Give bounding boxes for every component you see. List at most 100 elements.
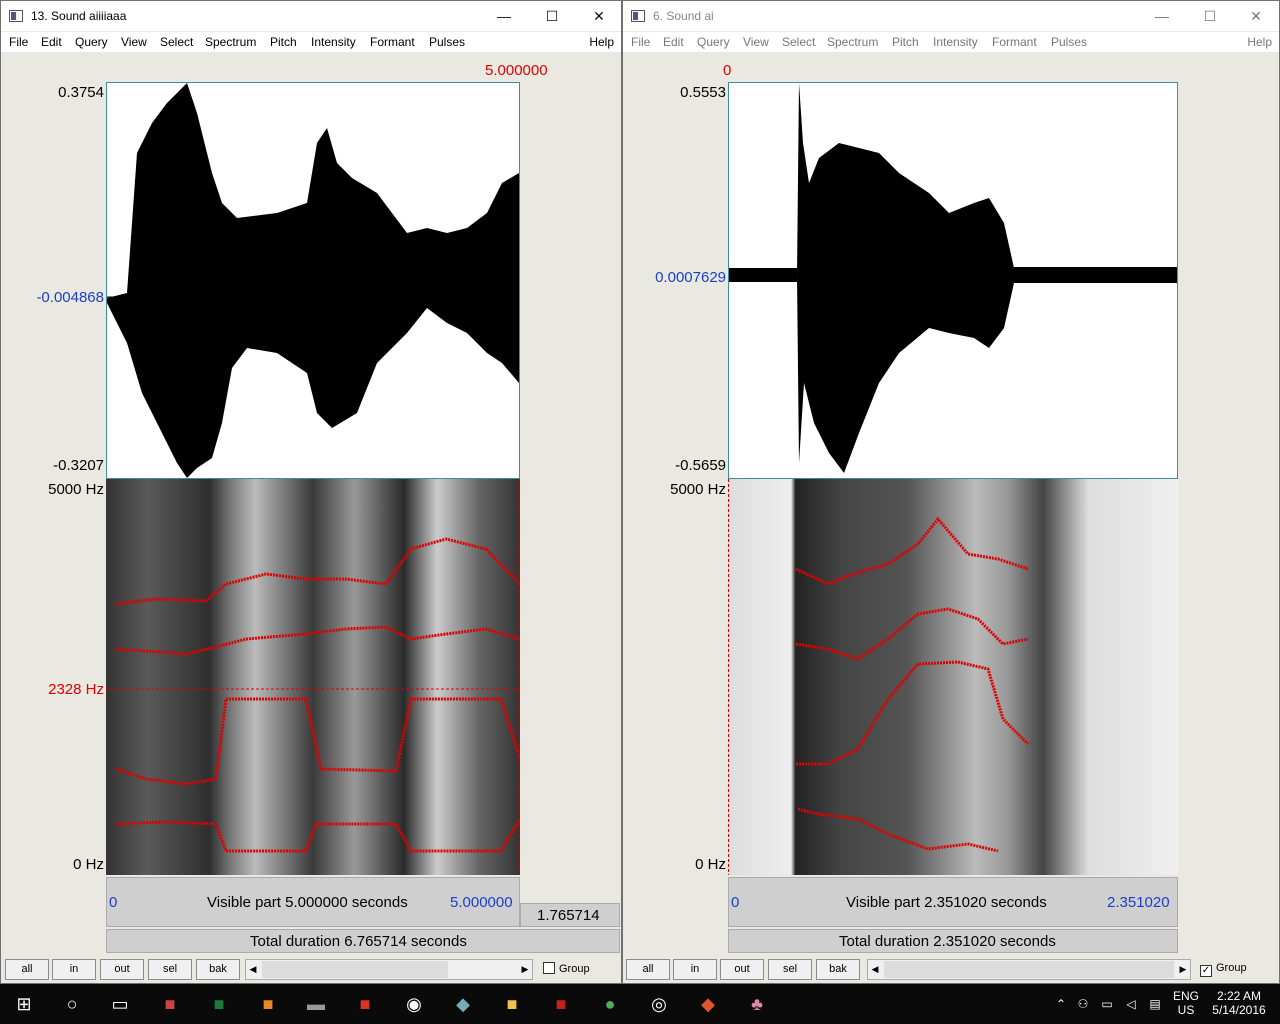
- waveform-panel[interactable]: [728, 82, 1178, 479]
- sel-button[interactable]: sel: [148, 959, 192, 980]
- horizontal-scrollbar[interactable]: ◀ ▶: [245, 959, 533, 980]
- filezilla-icon[interactable]: ■: [345, 988, 385, 1020]
- praat-window-icon: [9, 10, 23, 22]
- maximize-button[interactable]: ☐: [529, 1, 575, 31]
- menu-view[interactable]: View: [121, 35, 147, 49]
- menu-edit[interactable]: Edit: [663, 35, 684, 49]
- language-indicator[interactable]: ENG US: [1168, 984, 1204, 1024]
- volume-icon[interactable]: ◁: [1122, 984, 1140, 1024]
- terminal-icon[interactable]: ▬: [296, 988, 336, 1020]
- task-view-icon[interactable]: ▭: [100, 988, 140, 1020]
- menu-intensity[interactable]: Intensity: [933, 35, 978, 49]
- visible-start: 0: [109, 894, 118, 911]
- praat-window-sound-ai: 6. Sound ai — ☐ ✕ File Edit Query View S…: [622, 0, 1280, 984]
- start-icon[interactable]: ⊞: [4, 988, 44, 1020]
- excel-icon[interactable]: ■: [199, 988, 239, 1020]
- winrar-icon[interactable]: ■: [150, 988, 190, 1020]
- menu-intensity[interactable]: Intensity: [311, 35, 356, 49]
- tray-chevron-icon[interactable]: ⌃: [1052, 984, 1070, 1024]
- title-bar[interactable]: 13. Sound aiiiiaaa — ☐ ✕: [1, 1, 621, 31]
- scroll-right-icon[interactable]: ▶: [518, 960, 532, 979]
- cortana-icon[interactable]: ○: [52, 988, 92, 1020]
- menu-edit[interactable]: Edit: [41, 35, 62, 49]
- file-explorer-icon[interactable]: ■: [492, 988, 532, 1020]
- menu-view[interactable]: View: [743, 35, 769, 49]
- notifications-icon[interactable]: ▤: [1146, 984, 1164, 1024]
- group-checkbox[interactable]: ✓ Group: [1200, 962, 1247, 977]
- menu-pitch[interactable]: Pitch: [270, 35, 297, 49]
- visible-part-bar[interactable]: 0 Visible part 2.351020 seconds 2.351020: [728, 877, 1178, 927]
- steam-icon[interactable]: ◉: [394, 988, 434, 1020]
- waveform-panel[interactable]: [106, 82, 520, 479]
- wave-max-label: 0.3754: [58, 84, 104, 101]
- spectrogram-panel[interactable]: [106, 479, 520, 875]
- menu-file[interactable]: File: [631, 35, 650, 49]
- menu-help[interactable]: Help: [1247, 35, 1272, 49]
- all-button[interactable]: all: [626, 959, 670, 980]
- menu-query[interactable]: Query: [75, 35, 108, 49]
- virtualbox-icon[interactable]: ◆: [443, 988, 483, 1020]
- title-bar[interactable]: 6. Sound ai — ☐ ✕: [623, 1, 1279, 31]
- total-duration-label: Total duration 2.351020 seconds: [839, 933, 1056, 950]
- close-button[interactable]: ✕: [1233, 1, 1279, 31]
- menu-select[interactable]: Select: [160, 35, 193, 49]
- scroll-thumb[interactable]: [262, 961, 448, 978]
- bak-button[interactable]: bak: [816, 959, 860, 980]
- sublime-icon[interactable]: ■: [248, 988, 288, 1020]
- checkbox-checked-icon[interactable]: ✓: [1200, 965, 1212, 977]
- horizontal-scrollbar[interactable]: ◀ ▶: [867, 959, 1191, 980]
- praat-window-sound-aiiiiaaa: 13. Sound aiiiiaaa — ☐ ✕ File Edit Query…: [0, 0, 622, 984]
- menu-bar: File Edit Query View Select Spectrum Pit…: [1, 32, 621, 52]
- menu-pitch[interactable]: Pitch: [892, 35, 919, 49]
- in-button[interactable]: in: [52, 959, 96, 980]
- menu-select[interactable]: Select: [782, 35, 815, 49]
- menu-spectrum[interactable]: Spectrum: [205, 35, 256, 49]
- visible-part-bar[interactable]: 0 Visible part 5.000000 seconds 5.000000: [106, 877, 520, 927]
- group-label: Group: [559, 963, 590, 975]
- menu-query[interactable]: Query: [697, 35, 730, 49]
- menu-help[interactable]: Help: [589, 35, 614, 49]
- menu-formant[interactable]: Formant: [370, 35, 415, 49]
- sel-button[interactable]: sel: [768, 959, 812, 980]
- checkbox-icon[interactable]: [543, 962, 555, 974]
- scroll-left-icon[interactable]: ◀: [246, 960, 260, 979]
- acrobat-icon[interactable]: ■: [541, 988, 581, 1020]
- close-button[interactable]: ✕: [576, 1, 622, 31]
- chrome-icon[interactable]: ●: [590, 988, 630, 1020]
- spec-top-label: 5000 Hz: [48, 481, 104, 498]
- formant-tracks: [106, 479, 520, 875]
- minimize-button[interactable]: —: [481, 1, 527, 31]
- menu-spectrum[interactable]: Spectrum: [827, 35, 878, 49]
- remaining-bar[interactable]: 1.765714: [520, 903, 620, 927]
- group-checkbox[interactable]: Group: [543, 962, 590, 975]
- out-button[interactable]: out: [100, 959, 144, 980]
- total-duration-bar[interactable]: Total duration 6.765714 seconds: [106, 929, 620, 953]
- scroll-thumb[interactable]: [884, 961, 1174, 978]
- maximize-button[interactable]: ☐: [1187, 1, 1233, 31]
- bak-button[interactable]: bak: [196, 959, 240, 980]
- clock[interactable]: 2:22 AM 5/14/2016: [1206, 984, 1272, 1024]
- window-title: 13. Sound aiiiiaaa: [31, 9, 127, 23]
- menu-pulses[interactable]: Pulses: [1051, 35, 1087, 49]
- scroll-left-icon[interactable]: ◀: [868, 960, 882, 979]
- total-duration-bar[interactable]: Total duration 2.351020 seconds: [728, 929, 1178, 953]
- spec-cursor-label: 2328 Hz: [48, 681, 104, 698]
- people-icon[interactable]: ⚇: [1074, 984, 1092, 1024]
- minimize-button[interactable]: —: [1139, 1, 1185, 31]
- media-icon[interactable]: ◎: [639, 988, 679, 1020]
- all-button[interactable]: all: [5, 959, 49, 980]
- git-icon[interactable]: ◆: [688, 988, 728, 1020]
- scroll-right-icon[interactable]: ▶: [1176, 960, 1190, 979]
- out-button[interactable]: out: [720, 959, 764, 980]
- praat-icon[interactable]: ♣: [737, 988, 777, 1020]
- wave-min-label: -0.3207: [53, 457, 104, 474]
- in-button[interactable]: in: [673, 959, 717, 980]
- network-icon[interactable]: ▭: [1098, 984, 1116, 1024]
- wave-min-label: -0.5659: [675, 457, 726, 474]
- remaining-duration: 1.765714: [537, 907, 600, 924]
- spectrogram-panel[interactable]: [728, 479, 1178, 875]
- total-duration-label: Total duration 6.765714 seconds: [250, 933, 467, 950]
- menu-file[interactable]: File: [9, 35, 28, 49]
- menu-pulses[interactable]: Pulses: [429, 35, 465, 49]
- menu-formant[interactable]: Formant: [992, 35, 1037, 49]
